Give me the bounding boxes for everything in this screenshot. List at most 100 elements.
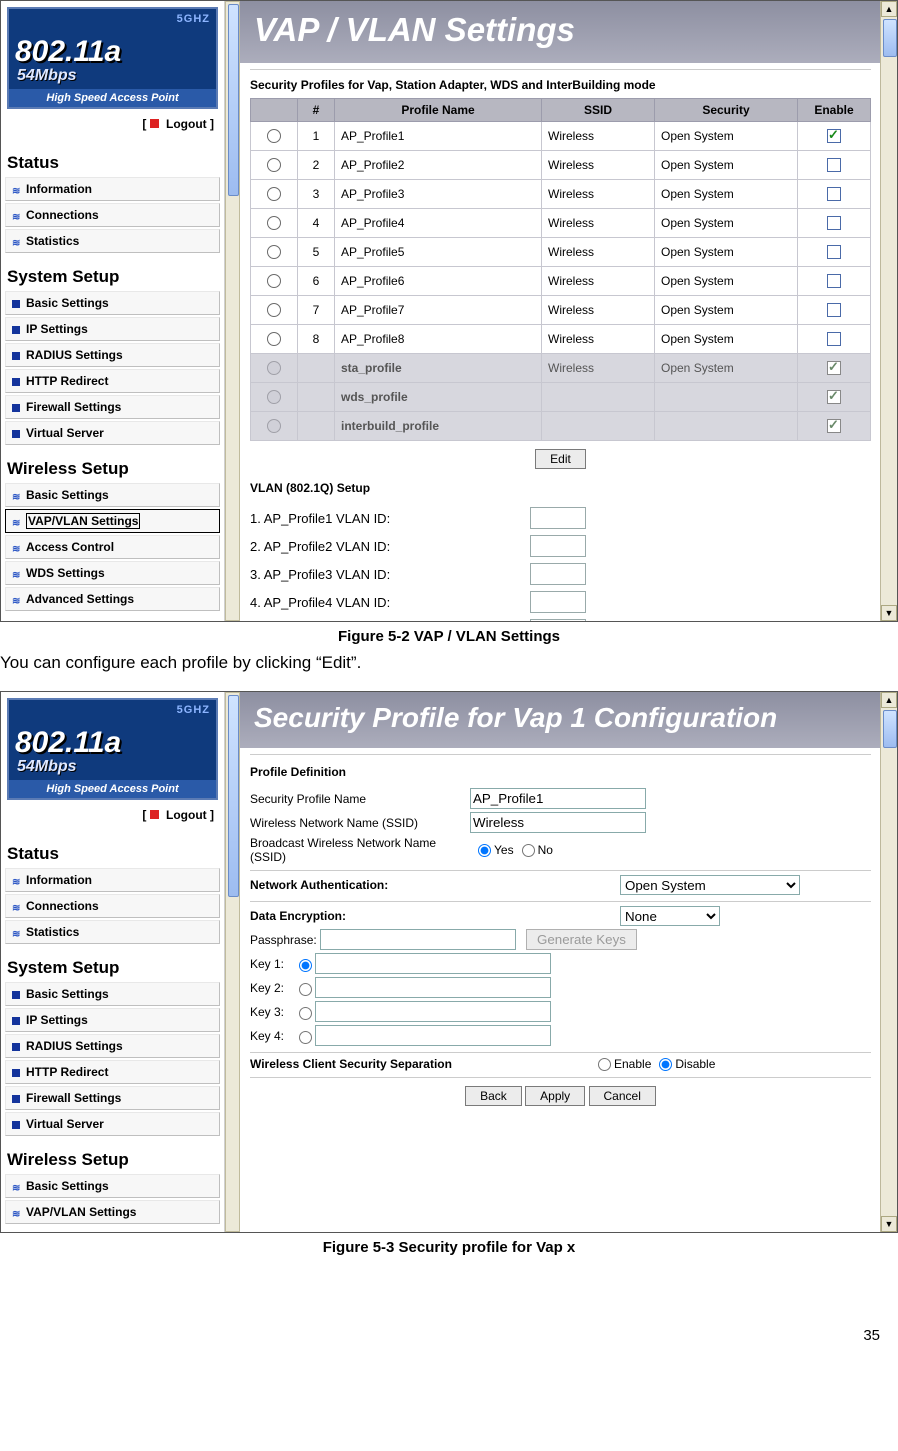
vlan-id-input[interactable] (530, 563, 586, 585)
sidebar-item-virtual-server[interactable]: Virtual Server (5, 1112, 220, 1136)
ssid-input[interactable] (470, 812, 646, 833)
scrollbar-thumb[interactable] (883, 710, 897, 748)
sidebar-item-firewall[interactable]: Firewall Settings (5, 395, 220, 419)
row-select-radio[interactable] (267, 303, 281, 317)
broadcast-yes-radio[interactable] (478, 844, 491, 857)
sidebar-item-vap-vlan[interactable]: ≋VAP/VLAN Settings (5, 1200, 220, 1224)
generate-keys-button[interactable]: Generate Keys (526, 929, 637, 950)
sidebar-item-http-redirect[interactable]: HTTP Redirect (5, 1060, 220, 1084)
enable-checkbox[interactable] (827, 332, 841, 346)
data-encryption-select[interactable]: None (620, 906, 720, 926)
enable-checkbox[interactable] (827, 303, 841, 317)
sidebar-item-wireless-basic[interactable]: ≋Basic Settings (5, 483, 220, 507)
key-input[interactable] (315, 953, 551, 974)
security-profile-name-input[interactable] (470, 788, 646, 809)
row-select-radio[interactable] (267, 332, 281, 346)
row-select-radio[interactable] (267, 129, 281, 143)
row-select-radio[interactable] (267, 274, 281, 288)
broadcast-no-radio[interactable] (522, 844, 535, 857)
separation-enable-radio[interactable] (598, 1058, 611, 1071)
sidebar-item-basic-settings[interactable]: Basic Settings (5, 982, 220, 1006)
sidebar-item-radius-settings[interactable]: RADIUS Settings (5, 1034, 220, 1058)
enable-checkbox[interactable] (827, 274, 841, 288)
network-auth-select[interactable]: Open System (620, 875, 800, 895)
sidebar-item-radius-settings[interactable]: RADIUS Settings (5, 343, 220, 367)
passphrase-input[interactable] (320, 929, 516, 950)
sidebar-item-ip-settings[interactable]: IP Settings (5, 317, 220, 341)
sidebar-item-connections[interactable]: ≋Connections (5, 894, 220, 918)
row-profile-name: AP_Profile8 (335, 325, 542, 354)
key-label: Key 4: (250, 1029, 294, 1043)
row-number: 8 (298, 325, 335, 354)
profile-definition-label: Profile Definition (250, 761, 871, 785)
enable-checkbox[interactable] (827, 129, 841, 143)
sidebar-item-basic-settings[interactable]: Basic Settings (5, 291, 220, 315)
key-select-radio[interactable] (299, 1031, 312, 1044)
sidebar-item-information[interactable]: ≋Information (5, 868, 220, 892)
sidebar-item-vap-vlan[interactable]: ≋VAP/VLAN Settings (5, 509, 220, 533)
table-row: 8AP_Profile8WirelessOpen System (251, 325, 871, 354)
scroll-down-icon[interactable]: ▼ (881, 1216, 897, 1232)
key-input[interactable] (315, 1025, 551, 1046)
row-select-radio[interactable] (267, 216, 281, 230)
label-ssid: Wireless Network Name (SSID) (250, 816, 470, 830)
content-pane: Security Profile for Vap 1 Configuration… (240, 692, 881, 1232)
sidebar-item-statistics[interactable]: ≋Statistics (5, 920, 220, 944)
separation-disable-radio[interactable] (659, 1058, 672, 1071)
sidebar-item-virtual-server[interactable]: Virtual Server (5, 421, 220, 445)
row-ssid: Wireless (542, 151, 655, 180)
key-input[interactable] (315, 977, 551, 998)
key-select-radio[interactable] (299, 1007, 312, 1020)
enable-checkbox[interactable] (827, 216, 841, 230)
sidebar-item-firewall[interactable]: Firewall Settings (5, 1086, 220, 1110)
vlan-id-input[interactable] (530, 619, 586, 621)
enable-checkbox[interactable] (827, 158, 841, 172)
scrollbar-outer[interactable]: ▲ ▼ (880, 692, 897, 1232)
key-input[interactable] (315, 1001, 551, 1022)
table-row: 5AP_Profile5WirelessOpen System (251, 238, 871, 267)
sidebar-item-ip-settings[interactable]: IP Settings (5, 1008, 220, 1032)
nav-section-wireless: Wireless Setup (5, 1138, 220, 1172)
wave-icon: ≋ (12, 596, 22, 604)
edit-button[interactable]: Edit (535, 449, 586, 469)
sidebar-item-http-redirect[interactable]: HTTP Redirect (5, 369, 220, 393)
back-button[interactable]: Back (465, 1086, 522, 1106)
logout-link[interactable]: Logout ] (166, 808, 214, 822)
enable-checkbox[interactable] (827, 187, 841, 201)
key-select-radio[interactable] (299, 983, 312, 996)
vlan-id-input[interactable] (530, 535, 586, 557)
scrollbar-thumb[interactable] (228, 695, 239, 897)
row-select-radio[interactable] (267, 158, 281, 172)
apply-button[interactable]: Apply (525, 1086, 585, 1106)
scrollbar-thumb[interactable] (883, 19, 897, 57)
row-select-radio[interactable] (267, 245, 281, 259)
row-profile-name: wds_profile (335, 383, 542, 412)
sidebar-item-access-control[interactable]: ≋Access Control (5, 535, 220, 559)
scrollbar-outer[interactable]: ▲ ▼ (880, 1, 897, 621)
vlan-id-input[interactable] (530, 591, 586, 613)
sidebar-item-statistics[interactable]: ≋Statistics (5, 229, 220, 253)
scrollbar-thumb[interactable] (228, 4, 239, 196)
enable-checkbox[interactable] (827, 245, 841, 259)
wave-icon: ≋ (12, 544, 22, 552)
nav-section-status: Status (5, 832, 220, 866)
scroll-up-icon[interactable]: ▲ (881, 692, 897, 708)
row-select-radio[interactable] (267, 187, 281, 201)
cancel-button[interactable]: Cancel (589, 1086, 656, 1106)
sidebar-item-connections[interactable]: ≋Connections (5, 203, 220, 227)
row-security: Open System (655, 209, 798, 238)
page-number: 35 (863, 1327, 880, 1344)
content-pane: VAP / VLAN Settings Security Profiles fo… (240, 1, 881, 621)
logout-link[interactable]: Logout ] (166, 117, 214, 131)
sidebar-item-wireless-basic[interactable]: ≋Basic Settings (5, 1174, 220, 1198)
sidebar-item-wds-settings[interactable]: ≋WDS Settings (5, 561, 220, 585)
scroll-down-icon[interactable]: ▼ (881, 605, 897, 621)
scroll-up-icon[interactable]: ▲ (881, 1, 897, 17)
vlan-id-input[interactable] (530, 507, 586, 529)
square-icon (12, 404, 20, 412)
sidebar-item-information[interactable]: ≋Information (5, 177, 220, 201)
sidebar-item-advanced[interactable]: ≋Advanced Settings (5, 587, 220, 611)
col-security: Security (655, 99, 798, 122)
row-ssid (542, 383, 655, 412)
key-select-radio[interactable] (299, 959, 312, 972)
